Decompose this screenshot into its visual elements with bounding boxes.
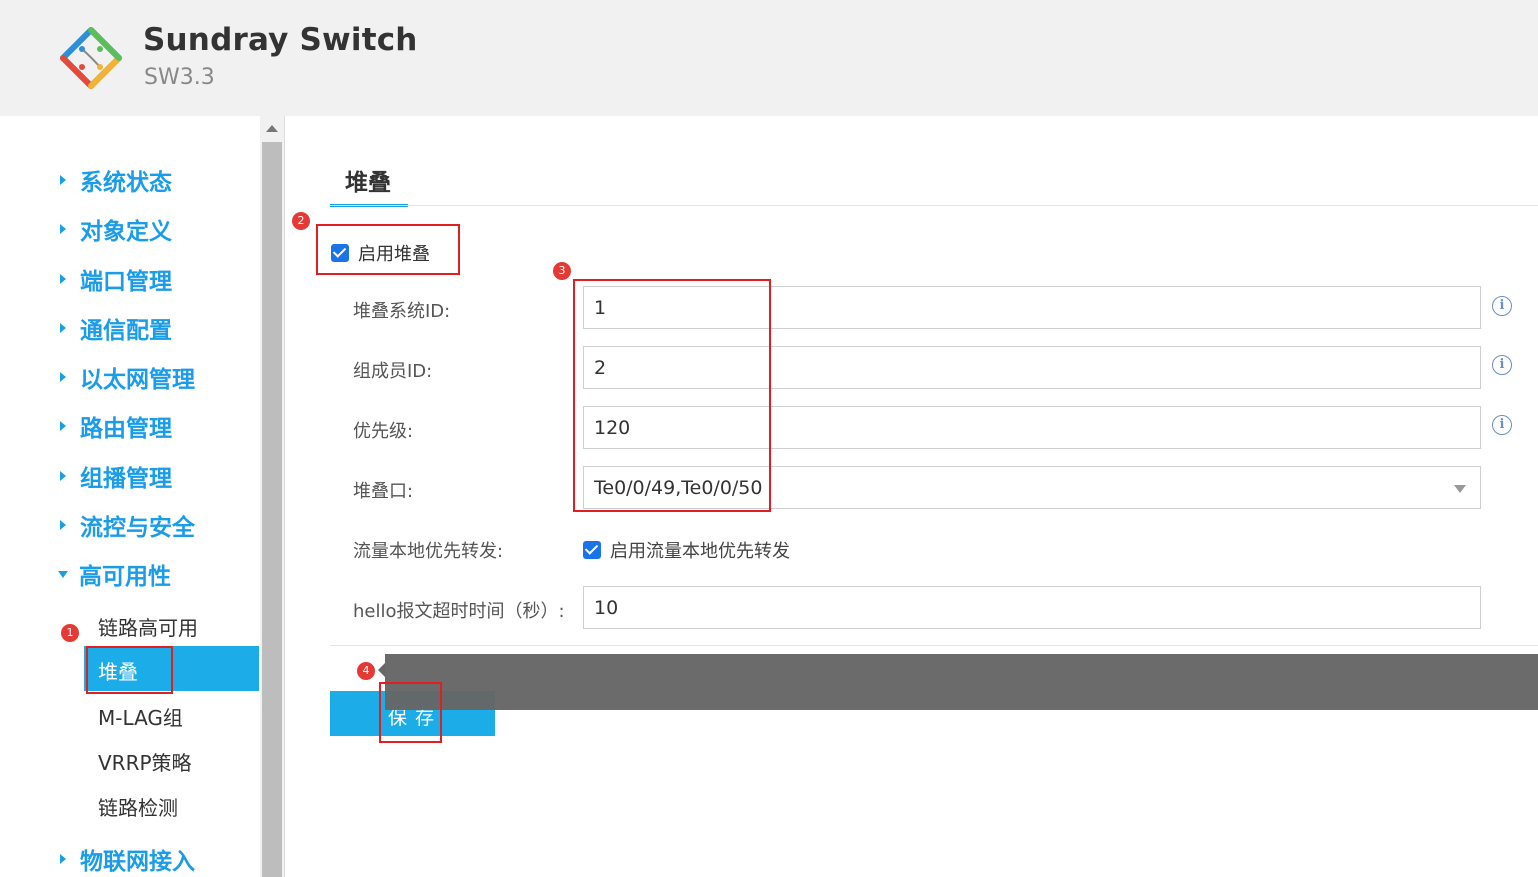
annotation-box-fields bbox=[573, 279, 771, 512]
sidebar-item-label: 流控与安全 bbox=[80, 515, 195, 541]
sidebar-item-multicast-management[interactable]: 组播管理 bbox=[58, 459, 172, 493]
caret-right-icon bbox=[60, 224, 66, 234]
annotation-badge: 3 bbox=[553, 262, 571, 280]
hello-timeout-label: hello报文超时时间（秒）: bbox=[353, 601, 565, 622]
sidebar-item-communication-config[interactable]: 通信配置 bbox=[58, 311, 172, 345]
local-forward-checkbox[interactable] bbox=[583, 541, 601, 559]
caret-right-icon bbox=[60, 274, 66, 284]
stack-port-label: 堆叠口: bbox=[353, 481, 414, 502]
caret-right-icon bbox=[60, 854, 66, 864]
annotation-badge: 1 bbox=[61, 624, 79, 642]
tooltip-overlay bbox=[385, 654, 1538, 710]
app-header: Sundray Switch SW3.3 bbox=[0, 0, 1538, 116]
caret-down-icon bbox=[58, 570, 68, 578]
system-id-label: 堆叠系统ID: bbox=[353, 301, 451, 322]
hello-timeout-input[interactable]: 10 bbox=[583, 586, 1481, 629]
caret-right-icon bbox=[60, 471, 66, 481]
sidebar-item-label: 物联网接入 bbox=[80, 849, 195, 875]
sidebar-item-label: 系统状态 bbox=[80, 170, 172, 196]
dropdown-arrow-icon bbox=[1454, 485, 1466, 493]
sidebar-subitem-mlag-group[interactable]: M-LAG组 bbox=[98, 702, 183, 731]
local-forward-toggle[interactable]: 启用流量本地优先转发 bbox=[583, 537, 790, 563]
sidebar-subitem-link-detection[interactable]: 链路检测 bbox=[98, 792, 178, 821]
sidebar-item-label: 端口管理 bbox=[80, 269, 172, 295]
local-forward-checkbox-label: 启用流量本地优先转发 bbox=[610, 541, 790, 562]
annotation-badge: 2 bbox=[292, 212, 310, 230]
caret-right-icon bbox=[60, 323, 66, 333]
tab-divider bbox=[330, 205, 1538, 206]
scroll-up-arrow-icon[interactable] bbox=[266, 125, 278, 132]
form-divider bbox=[330, 645, 1538, 646]
sidebar-item-ethernet-management[interactable]: 以太网管理 bbox=[58, 360, 195, 394]
tab-stack[interactable]: 堆叠 bbox=[330, 158, 408, 207]
sidebar-subitem-link-ha[interactable]: 链路高可用 bbox=[98, 612, 198, 641]
sundray-logo-icon bbox=[60, 27, 122, 89]
sidebar-scrollbar[interactable] bbox=[260, 116, 285, 877]
sidebar-item-label: 高可用性 bbox=[79, 564, 171, 590]
sidebar-item-object-definition[interactable]: 对象定义 bbox=[58, 212, 172, 246]
caret-right-icon bbox=[60, 421, 66, 431]
app-version: SW3.3 bbox=[144, 65, 215, 90]
caret-right-icon bbox=[60, 520, 66, 530]
tab-label: 堆叠 bbox=[345, 170, 391, 196]
annotation-box-save bbox=[379, 682, 442, 743]
caret-right-icon bbox=[60, 372, 66, 382]
sidebar-item-routing-management[interactable]: 路由管理 bbox=[58, 409, 172, 443]
sidebar-item-system-status[interactable]: 系统状态 bbox=[58, 163, 172, 197]
tooltip-arrow bbox=[378, 663, 385, 677]
app-title: Sundray Switch bbox=[143, 22, 418, 58]
sidebar-item-label: 对象定义 bbox=[80, 219, 172, 245]
sidebar-item-iot-access[interactable]: 物联网接入 bbox=[58, 842, 195, 876]
sidebar-item-high-availability[interactable]: 高可用性 bbox=[58, 557, 171, 591]
sidebar-item-label: 以太网管理 bbox=[80, 367, 195, 393]
annotation-badge: 4 bbox=[357, 662, 375, 680]
annotation-box-enable-stack bbox=[316, 224, 460, 275]
scrollbar-thumb[interactable] bbox=[262, 142, 282, 877]
priority-label: 优先级: bbox=[353, 421, 414, 442]
caret-right-icon bbox=[60, 175, 66, 185]
info-icon[interactable]: i bbox=[1492, 415, 1512, 435]
hello-timeout-value: 10 bbox=[594, 597, 619, 619]
sidebar-item-label: 组播管理 bbox=[80, 466, 172, 492]
info-icon[interactable]: i bbox=[1492, 355, 1512, 375]
annotation-box-stack-menu bbox=[86, 646, 173, 694]
info-icon[interactable]: i bbox=[1492, 296, 1512, 316]
sidebar-item-label: 通信配置 bbox=[80, 318, 172, 344]
member-id-label: 组成员ID: bbox=[353, 361, 433, 382]
local-forward-label: 流量本地优先转发: bbox=[353, 541, 504, 562]
sidebar-item-flow-control-security[interactable]: 流控与安全 bbox=[58, 508, 195, 542]
sidebar-subitem-vrrp-policy[interactable]: VRRP策略 bbox=[98, 747, 192, 776]
sidebar-item-port-management[interactable]: 端口管理 bbox=[58, 262, 172, 296]
sidebar-item-label: 路由管理 bbox=[80, 416, 172, 442]
